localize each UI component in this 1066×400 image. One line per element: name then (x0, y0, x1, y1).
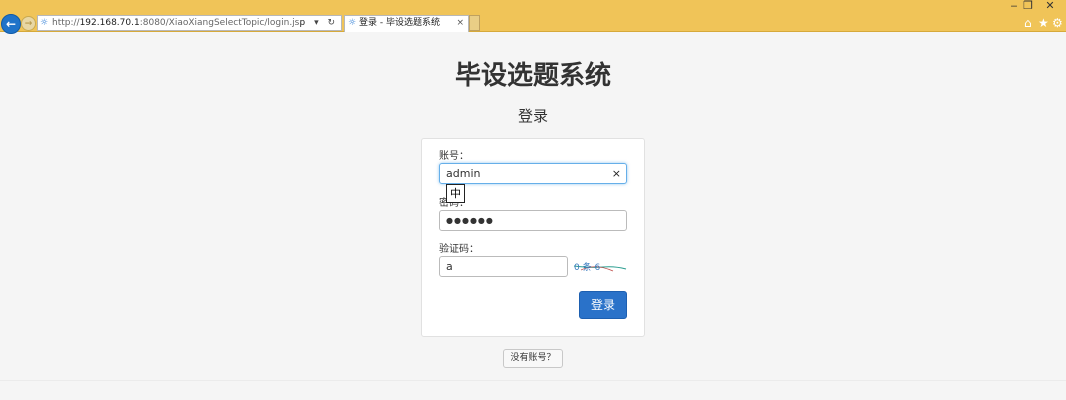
footer-divider (0, 380, 1066, 381)
page-favicon-icon: ☼ (40, 18, 49, 28)
account-input[interactable]: admin × (439, 163, 627, 184)
address-tools[interactable]: ρ ▾ ↻ (300, 16, 339, 30)
login-button[interactable]: 登录 (579, 291, 627, 319)
star-icon[interactable]: ★ (1038, 16, 1049, 30)
forward-arrow-icon[interactable]: → (21, 16, 36, 31)
tab-close-icon[interactable]: × (456, 16, 464, 31)
ime-indicator: 中 (446, 184, 465, 203)
browser-toolbar: ← → ☼ http://192.168.70.1:8080/XiaoXiang… (0, 0, 1066, 34)
password-value: ●●●●●● (446, 216, 494, 225)
gear-icon[interactable]: ⚙ (1052, 16, 1063, 30)
captcha-input[interactable]: a (439, 256, 568, 277)
close-window-button[interactable]: ✕ (1040, 0, 1060, 13)
captcha-image[interactable]: 0 条 6 (573, 257, 627, 277)
captcha-text: 0 条 6 (574, 261, 600, 273)
clear-input-icon[interactable]: × (612, 164, 621, 183)
home-icon[interactable]: ⌂ (1024, 16, 1032, 30)
system-title: 毕设选题系统 (454, 61, 611, 91)
captcha-value: a (446, 260, 453, 273)
address-url: http://192.168.70.1:8080/XiaoXiangSelect… (52, 18, 306, 28)
account-label: 账号： (439, 151, 469, 162)
address-bar[interactable]: ☼ http://192.168.70.1:8080/XiaoXiangSele… (37, 15, 342, 31)
new-tab-button[interactable] (469, 15, 480, 31)
back-arrow-icon[interactable]: ← (1, 14, 21, 34)
account-value: admin (446, 167, 481, 180)
password-input[interactable]: ●●●●●● (439, 210, 627, 231)
restore-button[interactable]: ❐ (1020, 0, 1036, 13)
tab-favicon-icon: ☼ (348, 18, 357, 28)
login-subtitle: 登录 (517, 107, 548, 125)
captcha-label: 验证码： (439, 244, 479, 255)
register-button[interactable]: 没有账号？ (503, 349, 563, 368)
tab-title: 登录 - 毕设选题系统 (359, 18, 440, 28)
browser-tab-login[interactable]: ☼ 登录 - 毕设选题系统 × (344, 15, 469, 32)
